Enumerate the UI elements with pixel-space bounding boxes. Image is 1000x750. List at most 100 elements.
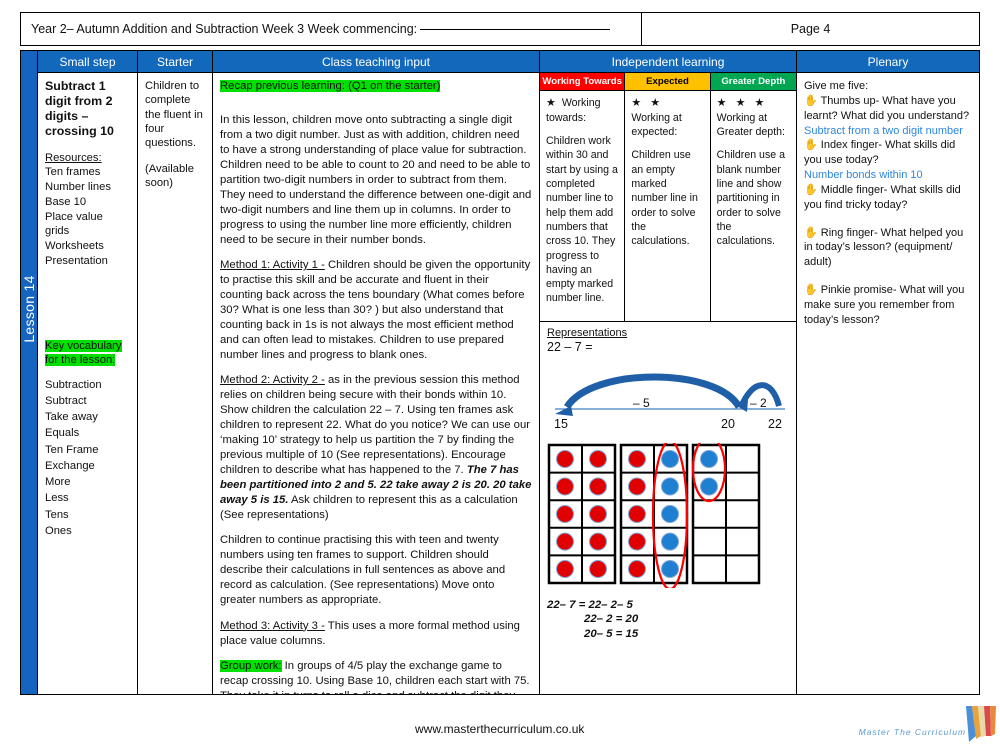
- list-item: Equals: [45, 427, 80, 440]
- band-body-expected: ★ ★ Working at expected: Children use an…: [625, 91, 709, 321]
- plenary-item-3: ✋ Middle finger- What skills did you fin…: [804, 183, 972, 213]
- star-rating-2: ★ ★: [631, 97, 664, 109]
- plenary-item-2: ✋ Index finger- What skills did you use …: [804, 138, 972, 168]
- tick-label-20: 20: [721, 417, 735, 431]
- plenary-item-text: Ring finger- What helped you in today’s …: [804, 226, 964, 269]
- number-line-svg: – 5 – 2 15 20 22: [554, 373, 785, 431]
- starter-note: (Available soon): [145, 162, 194, 189]
- ten-frames-svg: [547, 435, 761, 591]
- lesson-tab: Lesson 14: [20, 50, 38, 695]
- column-independent-learning: Independent learning Working Towards ★ W…: [540, 50, 797, 695]
- representations-working: 22– 7 = 22– 2– 5 22– 2 = 20 20– 5 = 15: [547, 598, 789, 641]
- representations-title: Representations: [547, 327, 628, 339]
- plenary-item-1: ✋ Thumbs up- What have you learnt? What …: [804, 94, 972, 124]
- resources-list: Ten frames Number lines Base 10 Place va…: [45, 165, 130, 269]
- class-teaching-content: Recap previous learning: (Q1 on the star…: [213, 73, 539, 694]
- band-text: Children work within 30 and start by usi…: [546, 135, 618, 305]
- list-item: Number lines: [45, 180, 111, 193]
- column-header-class-teaching: Class teaching input: [213, 51, 539, 73]
- column-header-plenary: Plenary: [797, 51, 979, 73]
- lesson-plan-table: Lesson 14 Small step Subtract 1 digit fr…: [20, 50, 980, 695]
- column-header-starter: Starter: [138, 51, 212, 73]
- plenary-answer-1: Subtract from a two digit number: [804, 124, 963, 137]
- plenary-item-text: Thumbs up- What have you learnt? What di…: [804, 94, 970, 122]
- column-starter: Starter Children to complete the fluent …: [138, 50, 213, 695]
- small-step-title: Subtract 1 digit from 2 digits – crossin…: [45, 79, 114, 139]
- jump-minus-5-arrowhead: [555, 406, 573, 416]
- ten-frame-1: [547, 443, 617, 585]
- tick-label-22: 22: [768, 417, 782, 431]
- list-item: Base 10: [45, 195, 87, 208]
- vocab-heading-text: Key vocabulary for the lesson:: [45, 340, 122, 367]
- column-small-step: Small step Subtract 1 digit from 2 digit…: [38, 50, 138, 695]
- logo-text: Master The Curriculum: [858, 727, 966, 737]
- lesson-plan-page: Year 2– Autumn Addition and Subtraction …: [0, 0, 1000, 750]
- group-work-paragraph: Group work: In groups of 4/5 play the ex…: [220, 659, 532, 694]
- ten-frames-diagram: [547, 435, 789, 593]
- column-header-independent: Independent learning: [540, 51, 796, 73]
- independent-content: Working Towards ★ Working towards: Child…: [540, 73, 796, 694]
- column-header-small-step: Small step: [38, 51, 137, 73]
- list-item: Tens: [45, 508, 69, 521]
- star-rating-3: ★ ★ ★: [716, 97, 768, 109]
- star-rating-1: ★ Working towards:: [546, 96, 618, 125]
- working-line-2: 22– 2 = 20: [584, 613, 639, 626]
- lesson-tab-label: Lesson 14: [21, 275, 37, 343]
- column-plenary: Plenary Give me five: ✋ Thumbs up- What …: [797, 50, 980, 695]
- representations-calculation: 22 – 7 =: [547, 340, 593, 354]
- band-body-working-towards: ★ Working towards: Children work within …: [540, 91, 624, 321]
- hand-icon: ✋: [804, 226, 818, 239]
- vocabulary-list: Subtraction Subtract Take away Equals Te…: [45, 377, 130, 539]
- practise-paragraph: Children to continue practising this wit…: [220, 534, 506, 607]
- plenary-item-text: Middle finger- What skills did you find …: [804, 183, 961, 211]
- plenary-item-text: Index finger- What skills did you use to…: [804, 139, 956, 167]
- working-line-3: 20– 5 = 15: [584, 627, 639, 640]
- document-header: Year 2– Autumn Addition and Subtraction …: [20, 12, 980, 46]
- method2-paragraph: Method 2: Activity 2 - as in the previou…: [220, 373, 532, 523]
- band-header-expected: Expected: [625, 73, 710, 91]
- band-subtitle: Working at expected:: [631, 111, 682, 139]
- band-header-working-towards: Working Towards: [540, 73, 625, 91]
- list-item: More: [45, 476, 71, 489]
- plenary-answer-2: Number bonds within 10: [804, 169, 923, 182]
- differentiation-bands: Working Towards ★ Working towards: Child…: [540, 73, 796, 321]
- hand-icon: ✋: [804, 139, 818, 152]
- small-step-content: Subtract 1 digit from 2 digits – crossin…: [38, 73, 137, 694]
- list-item: Take away: [45, 411, 98, 424]
- band-text: Children use a blank number line and sho…: [716, 149, 785, 248]
- band-text: Children use an empty marked number line…: [631, 149, 698, 248]
- header-title: Year 2– Autumn Addition and Subtraction …: [31, 22, 418, 36]
- intro-paragraph: In this lesson, children move onto subtr…: [220, 114, 532, 247]
- brand-logo-icon: [966, 706, 996, 742]
- hand-icon: ✋: [804, 94, 818, 107]
- list-item: Ten Frame: [45, 443, 99, 456]
- band-greater-depth: Greater Depth ★ ★ ★ Working at Greater d…: [710, 73, 796, 321]
- week-commencing-blank[interactable]: [420, 29, 611, 30]
- list-item: Less: [45, 492, 69, 505]
- group-work-label: Group work:: [220, 659, 282, 672]
- starter-text: Children to complete the fluent in four …: [145, 80, 203, 150]
- band-working-towards: Working Towards ★ Working towards: Child…: [540, 73, 626, 321]
- column-class-teaching: Class teaching input Recap previous lear…: [213, 50, 540, 695]
- starter-content: Children to complete the fluent in four …: [138, 73, 212, 694]
- recap-label: Recap previous learning: (Q1 on the star…: [220, 79, 532, 94]
- footer-url[interactable]: www.masterthecurriculum.co.uk: [415, 722, 584, 736]
- band-subtitle: Working at Greater depth:: [716, 111, 785, 139]
- resources-heading: Resources:: [45, 151, 102, 164]
- list-item: Ones: [45, 524, 72, 537]
- plenary-intro: Give me five:: [804, 80, 869, 92]
- plenary-item-4: ✋ Ring finger- What helped you in today’…: [804, 226, 972, 271]
- band-expected: Expected ★ ★ Working at expected: Childr…: [625, 73, 711, 321]
- list-item: Subtraction: [45, 378, 102, 391]
- tick-label-15: 15: [554, 417, 568, 431]
- method1-text: Children should be given the opportunity…: [220, 259, 531, 362]
- method3-paragraph: Method 3: Activity 3 - This uses a more …: [220, 619, 532, 649]
- list-item: Ten frames: [45, 165, 101, 178]
- list-item: Exchange: [45, 459, 95, 472]
- list-item: Place value grids: [45, 210, 103, 238]
- page-number: Page 4: [641, 13, 979, 45]
- band-header-greater-depth: Greater Depth: [710, 73, 796, 91]
- jump-minus-5-arc: [564, 373, 743, 410]
- jump-minus-5-label: – 5: [633, 396, 650, 410]
- method2-text: as in the previous session this method r…: [220, 374, 531, 477]
